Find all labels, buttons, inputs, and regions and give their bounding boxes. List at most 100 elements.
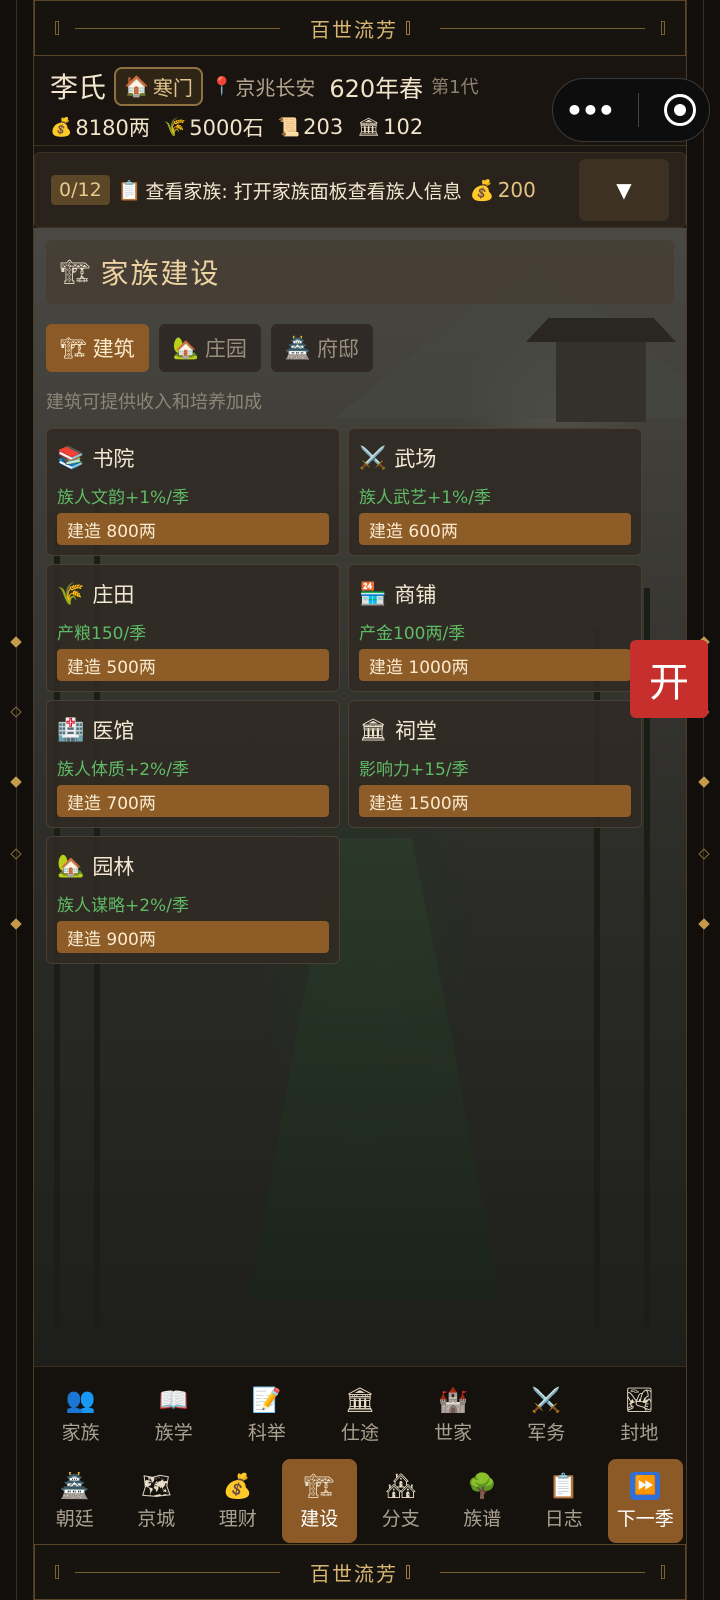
crossed-swords-icon: ⚔️ [531, 1385, 562, 1414]
build-button[interactable]: 建造 900两 [57, 921, 329, 953]
nav-finance[interactable]: 💰 理财 [200, 1459, 276, 1543]
location-pin-icon: 📍 [210, 75, 234, 97]
resource-money: 💰 8180两 [50, 112, 150, 142]
building-card-shop: 🏪 商铺 产金100两/季 建造 1000两 [348, 564, 642, 692]
house-garden-icon: 🏡 [57, 853, 85, 879]
tab-label: 建筑 [92, 337, 135, 361]
clipboard-icon: 📋 [548, 1471, 579, 1500]
nav-label: 日志 [544, 1507, 583, 1530]
tab-manor[interactable]: 🏡 庄园 [158, 324, 261, 372]
crane-icon: 🏗 [304, 1471, 335, 1500]
building-name: 商铺 [394, 583, 437, 607]
nav-label: 朝廷 [55, 1507, 94, 1530]
castle-icon: 🏰 [438, 1385, 469, 1414]
more-menu-icon[interactable]: ••• [566, 94, 616, 127]
status-header: 李氏 🏠 寒门 📍 京兆长安 620年春 第1代 💰 8180两 🌾 5000石 📜… [34, 56, 710, 146]
task-reward-value: 200 [497, 178, 536, 202]
nav-imperial-exam[interactable]: 📝 科举 [223, 1375, 310, 1455]
palace-icon: 🏯 [59, 1471, 90, 1500]
close-miniprogram-icon[interactable] [664, 94, 697, 126]
bottom-navigation: 👥 家族 📖 族学 📝 科举 🏛 仕途 🏰 世家 ⚔️ 军务 🏞 封地 🏯 朝廷 🗺 京城 💰 理财… [34, 1366, 686, 1544]
building-name: 庄田 [92, 583, 135, 607]
building-card-garden: 🏡 园林 族人谋略+2%/季 建造 900两 [46, 836, 340, 964]
build-button[interactable]: 建造 700两 [57, 785, 329, 817]
crane-icon: 🏗 [60, 335, 87, 360]
open-floating-button[interactable]: 开 [630, 640, 708, 718]
build-button[interactable]: 建造 800两 [57, 513, 329, 545]
nav-label: 分支 [381, 1507, 420, 1530]
nav-noble-families[interactable]: 🏰 世家 [410, 1375, 497, 1455]
nav-clan-school[interactable]: 📖 族学 [130, 1375, 217, 1455]
resource-influence: 🏛 102 [357, 115, 423, 139]
nav-construction[interactable]: 🏗 建设 [281, 1459, 357, 1543]
task-text: 查看家族: 打开家族面板查看族人信息 [145, 180, 462, 203]
clipboard-icon: 📋 [117, 179, 142, 202]
grain-icon: 🌾 [57, 581, 85, 607]
building-effect: 族人文韵+1%/季 [57, 488, 189, 508]
building-card-ancestral-hall: 🏛 祠堂 影响力+15/季 建造 1500两 [348, 700, 642, 828]
next-season-button[interactable]: ⏩ 下一季 [607, 1459, 683, 1543]
nav-family[interactable]: 👥 家族 [37, 1375, 124, 1455]
tab-label: 庄园 [204, 337, 247, 361]
build-button[interactable]: 建造 1500两 [359, 785, 631, 817]
nav-genealogy[interactable]: 🌳 族谱 [445, 1459, 521, 1543]
tab-mansion[interactable]: 🏯 府邸 [270, 324, 373, 372]
resource-bar: 💰 8180两 🌾 5000石 📜 203 🏛 102 [50, 112, 423, 142]
tab-buildings[interactable]: 🏗 建筑 [46, 324, 149, 372]
nav-label: 世家 [434, 1421, 473, 1444]
tree-icon: 🌳 [467, 1471, 498, 1500]
scroll-value: 203 [303, 115, 344, 139]
banner-tick-icon [406, 1565, 410, 1579]
nav-label: 军务 [527, 1421, 566, 1444]
rank-badge[interactable]: 🏠 寒门 [114, 66, 203, 106]
temple-icon: 🏛 [357, 116, 381, 138]
house-garden-icon: 🏡 [172, 335, 199, 360]
game-frame: 百世流芳 李氏 🏠 寒门 📍 京兆长安 620年春 第1代 💰 8180两 🌾 50… [34, 0, 710, 1600]
bottom-banner: 百世流芳 [34, 1544, 686, 1600]
nav-court[interactable]: 🏯 朝廷 [37, 1459, 113, 1543]
building-effect: 产金100两/季 [359, 624, 466, 644]
task-expand-button[interactable]: ▼ [579, 159, 669, 221]
build-button[interactable]: 建造 600两 [359, 513, 631, 545]
building-name: 祠堂 [394, 719, 437, 743]
construction-panel: 🏗 家族建设 🏗 建筑 🏡 庄园 🏯 府邸 建筑可提供收入和培养加成 📚 书院 … [46, 240, 674, 964]
miniprogram-capsule: ••• [552, 78, 710, 142]
nav-fief[interactable]: 🏞 封地 [596, 1375, 683, 1455]
tab-label: 府邸 [316, 337, 359, 361]
scroll-icon: 📜 [277, 116, 301, 138]
task-bar[interactable]: 0/12 📋 查看家族: 打开家族面板查看族人信息 💰 200 ▼ [34, 152, 686, 228]
grain-value: 5000石 [189, 116, 264, 140]
memo-icon: 📝 [251, 1385, 282, 1414]
building-effect: 影响力+15/季 [359, 760, 469, 780]
building-card-academy: 📚 书院 族人文韵+1%/季 建造 800两 [46, 428, 340, 556]
banner-title: 百世流芳 [310, 1561, 398, 1586]
location-label: 京兆长安 [235, 75, 316, 100]
palace-icon: 🏯 [284, 335, 311, 360]
nav-log[interactable]: 📋 日志 [526, 1459, 602, 1543]
building-card-martial-field: ⚔️ 武场 族人武艺+1%/季 建造 600两 [348, 428, 642, 556]
build-button[interactable]: 建造 500两 [57, 649, 329, 681]
nav-official-career[interactable]: 🏛 仕途 [316, 1375, 403, 1455]
building-effect: 族人武艺+1%/季 [359, 488, 491, 508]
scene-background: 🏗 家族建设 🏗 建筑 🏡 庄园 🏯 府邸 建筑可提供收入和培养加成 📚 书院 … [34, 228, 686, 1366]
nav-military[interactable]: ⚔️ 军务 [503, 1375, 590, 1455]
task-progress: 0/12 [51, 175, 110, 205]
task-reward: 💰 200 [470, 178, 536, 202]
money-value: 8180两 [75, 116, 150, 140]
nav-label: 建设 [300, 1507, 339, 1530]
building-grid: 📚 书院 族人文韵+1%/季 建造 800两 ⚔️ 武场 族人武艺+1%/季 建造 … [46, 428, 674, 964]
building-name: 医馆 [92, 719, 135, 743]
left-frame [0, 0, 34, 1600]
grain-icon: 🌾 [163, 116, 187, 138]
building-effect: 族人体质+2%/季 [57, 760, 189, 780]
season: 620年春 [329, 74, 424, 103]
money-bag-icon: 💰 [469, 178, 495, 202]
build-button[interactable]: 建造 1000两 [359, 649, 631, 681]
family-name: 李氏 [50, 71, 107, 104]
books-icon: 📚 [57, 445, 85, 471]
building-name: 书院 [92, 447, 135, 471]
nav-capital[interactable]: 🗺 京城 [119, 1459, 195, 1543]
nav-branches[interactable]: 🏘 分支 [363, 1459, 439, 1543]
banner-title: 百世流芳 [310, 17, 398, 42]
houses-icon: 🏘 [385, 1471, 416, 1500]
